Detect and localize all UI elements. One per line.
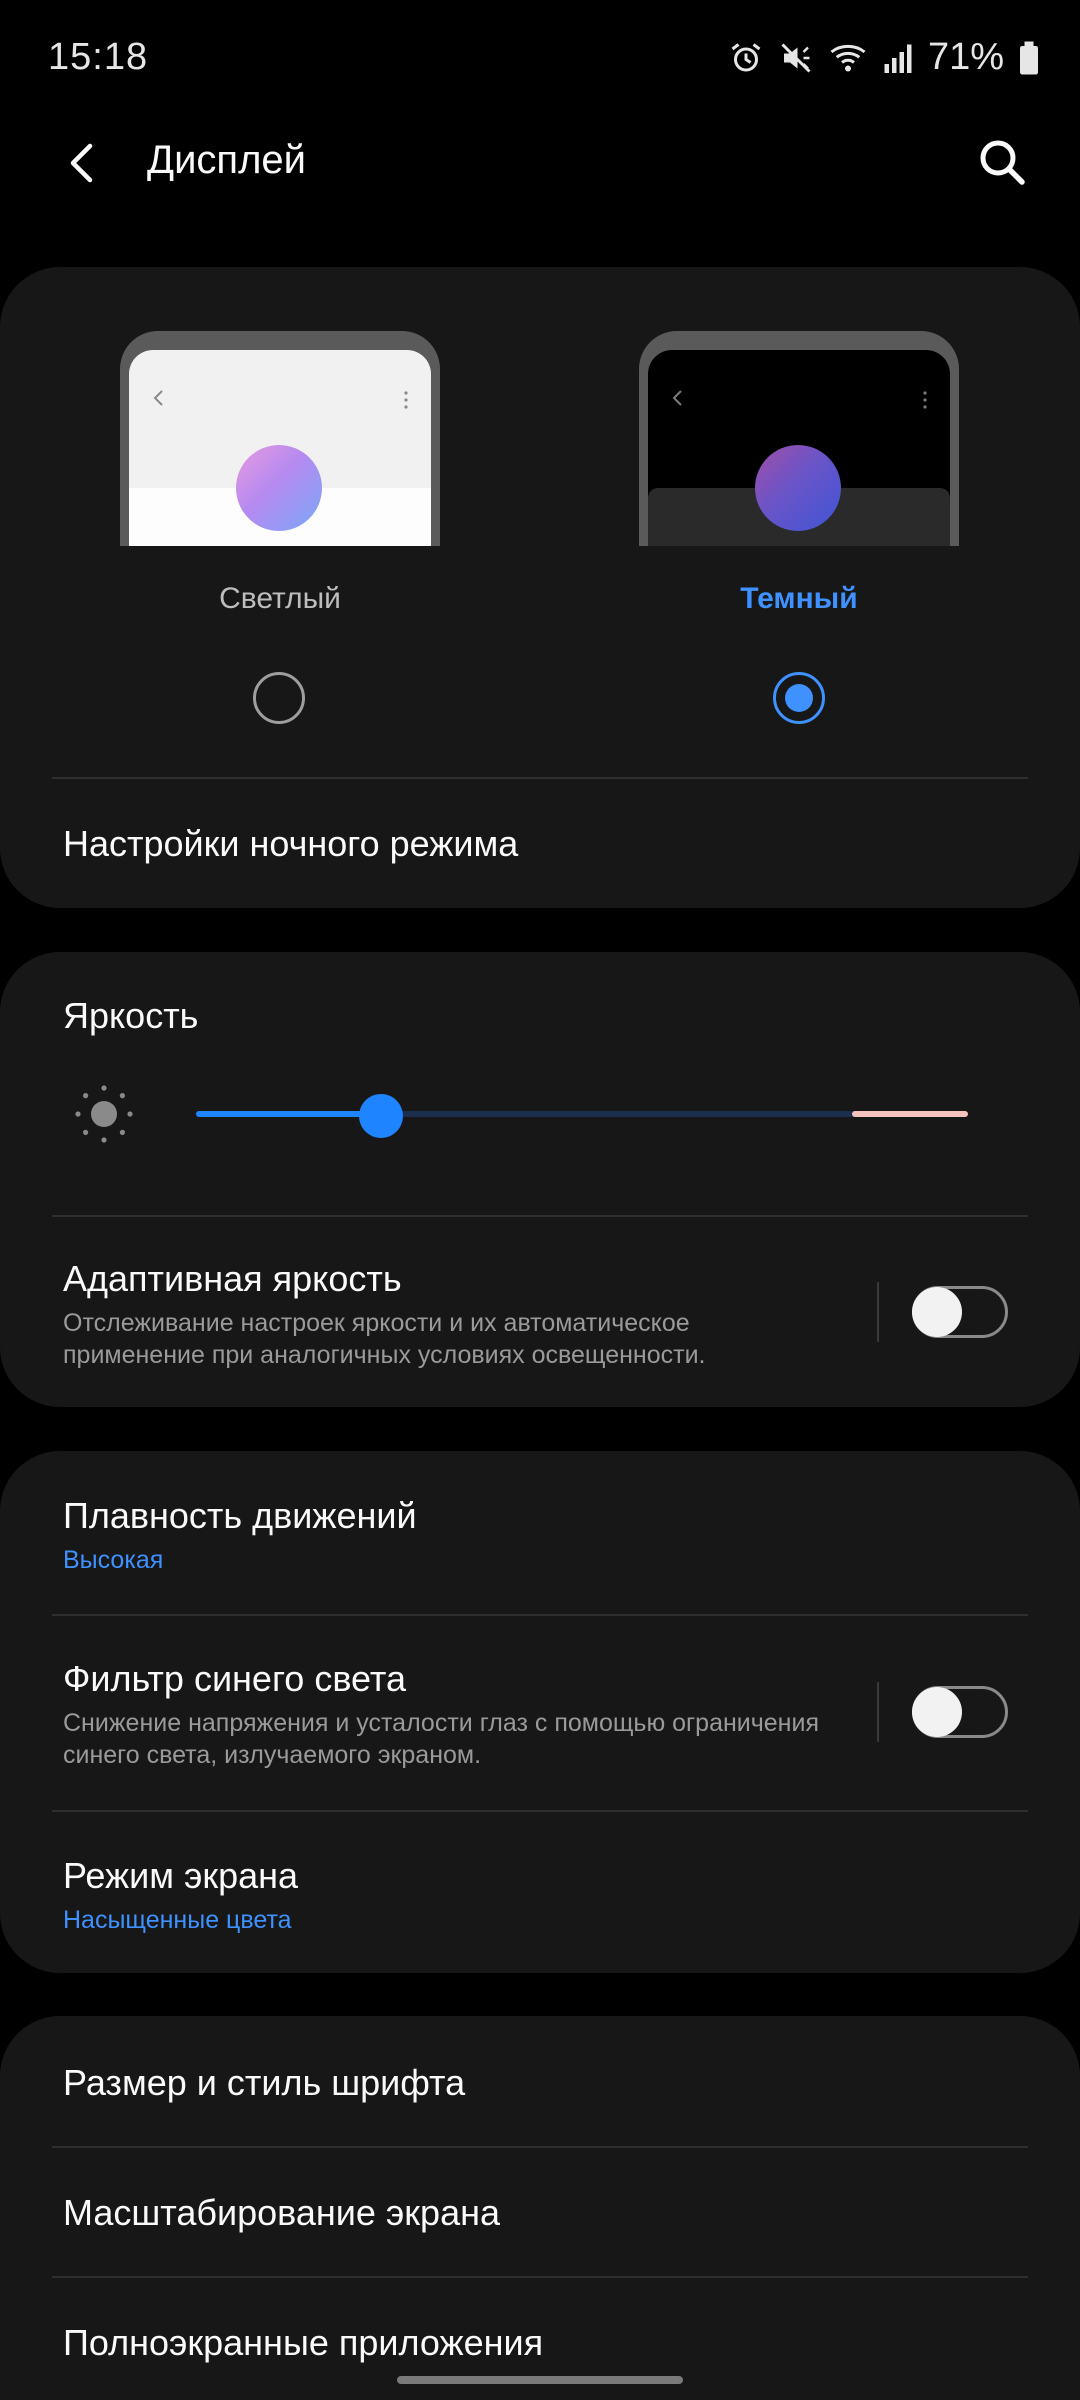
adaptive-brightness-title[interactable]: Адаптивная яркость bbox=[63, 1258, 402, 1300]
home-indicator bbox=[397, 2376, 683, 2384]
toggle-separator bbox=[877, 1682, 879, 1742]
battery-icon bbox=[1020, 41, 1038, 74]
status-bar: 15:18 71% bbox=[0, 0, 1080, 120]
dark-preview-circle bbox=[755, 445, 841, 531]
light-theme-preview[interactable] bbox=[120, 331, 440, 546]
status-time: 15:18 bbox=[48, 36, 149, 78]
divider bbox=[52, 2276, 1028, 2278]
toggle-knob bbox=[912, 1287, 962, 1337]
brightness-icon bbox=[75, 1085, 133, 1143]
dark-preview-screen bbox=[648, 350, 950, 546]
screen-mode-value: Насыщенные цвета bbox=[63, 1906, 292, 1934]
motion-smoothness-title[interactable]: Плавность движений bbox=[63, 1495, 417, 1537]
brightness-slider[interactable] bbox=[196, 1094, 968, 1138]
dark-theme-radio[interactable] bbox=[773, 672, 825, 724]
search-button[interactable] bbox=[974, 134, 1030, 190]
adaptive-brightness-toggle[interactable] bbox=[912, 1286, 1008, 1338]
slider-thumb[interactable] bbox=[359, 1094, 404, 1138]
back-arrow-icon bbox=[70, 143, 93, 183]
preview-back-icon bbox=[672, 390, 682, 406]
blue-light-filter-description: Снижение напряжения и усталости глаз с п… bbox=[63, 1709, 819, 1769]
search-icon bbox=[980, 140, 1025, 185]
adaptive-brightness-description: Отслеживание настроек яркости и их автом… bbox=[63, 1309, 706, 1369]
app-bar: Дисплей bbox=[0, 120, 1080, 205]
divider bbox=[52, 1614, 1028, 1616]
screen-zoom-item[interactable]: Масштабирование экрана bbox=[63, 2192, 500, 2234]
fullscreen-apps-item[interactable]: Полноэкранные приложения bbox=[63, 2322, 543, 2364]
dark-theme-preview[interactable] bbox=[639, 331, 959, 546]
status-icons: 71% bbox=[728, 36, 1040, 79]
toggle-knob bbox=[912, 1687, 962, 1737]
motion-smoothness-value: Высокая bbox=[63, 1546, 164, 1574]
radio-selected-dot bbox=[785, 684, 813, 712]
toggle-separator bbox=[877, 1282, 879, 1342]
wifi-icon bbox=[830, 44, 866, 71]
mute-icon bbox=[781, 42, 811, 73]
dark-theme-label[interactable]: Темный bbox=[639, 582, 959, 616]
preview-more-icon bbox=[404, 391, 408, 409]
slider-extra-brightness bbox=[852, 1111, 968, 1117]
preview-back-icon bbox=[153, 390, 163, 406]
divider bbox=[52, 1215, 1028, 1217]
divider bbox=[52, 2146, 1028, 2148]
divider bbox=[52, 1810, 1028, 1812]
light-theme-label[interactable]: Светлый bbox=[120, 582, 440, 616]
screen-mode-title[interactable]: Режим экрана bbox=[63, 1855, 298, 1897]
back-button[interactable] bbox=[58, 138, 108, 188]
light-theme-radio[interactable] bbox=[253, 672, 305, 724]
signal-icon bbox=[884, 44, 912, 73]
brightness-title: Яркость bbox=[63, 995, 199, 1036]
night-mode-settings-item[interactable]: Настройки ночного режима bbox=[63, 823, 518, 865]
preview-more-icon bbox=[923, 391, 927, 409]
light-preview-screen bbox=[129, 350, 431, 546]
light-preview-circle bbox=[236, 445, 322, 531]
divider bbox=[52, 777, 1028, 779]
blue-light-filter-toggle[interactable] bbox=[912, 1686, 1008, 1738]
blue-light-filter-title[interactable]: Фильтр синего света bbox=[63, 1658, 406, 1700]
battery-percentage: 71% bbox=[927, 36, 1004, 78]
font-size-style-item[interactable]: Размер и стиль шрифта bbox=[63, 2062, 465, 2104]
page-title: Дисплей bbox=[147, 138, 307, 182]
alarm-icon bbox=[731, 42, 761, 71]
slider-fill bbox=[196, 1111, 382, 1117]
